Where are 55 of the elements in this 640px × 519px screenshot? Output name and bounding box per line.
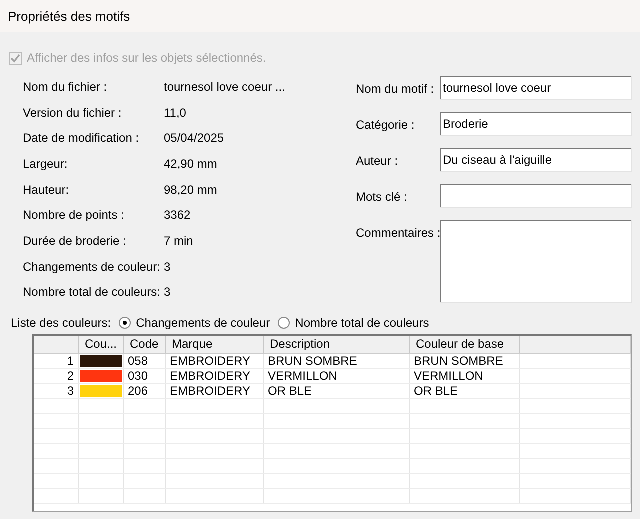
column-header[interactable]: Marque [166,336,264,353]
row-number: 1 [34,354,79,368]
column-header[interactable]: Description [264,336,410,353]
input-field[interactable]: Du ciseau à l'aiguille [440,148,632,172]
table-cell: OR BLE [264,384,410,398]
info-value: 42,90 mm [164,156,218,173]
row-number: 3 [34,384,79,398]
info-label: Nombre total de couleurs: [23,284,162,302]
input-field[interactable] [440,184,632,208]
table-cell: EMBROIDERY [166,384,264,398]
table-cell: VERMILLON [264,369,410,383]
radio-label[interactable]: Nombre total de couleurs [295,314,430,332]
table-cell: EMBROIDERY [166,369,264,383]
field-label: Nom du motif : [356,81,436,98]
input-field[interactable]: tournesol love coeur [440,76,632,100]
info-label: Changements de couleur: [23,258,162,276]
color-list-label: Liste des couleurs: [11,314,112,332]
column-header[interactable]: Cou... [79,336,124,353]
info-label: Nom du fichier : [23,79,108,96]
info-label: Nombre de points : [23,207,126,224]
info-label: Date de modification : [23,130,140,148]
info-label: Version du fichier : [23,104,123,122]
info-value: 3 [164,258,172,276]
info-value: 7 min [164,232,194,250]
table-cell: 058 [124,354,166,368]
field-label: Catégorie : [356,117,416,134]
column-header[interactable]: Code [124,336,166,353]
table-cell: BRUN SOMBRE [410,354,520,368]
info-label: Hauteur: [23,182,70,199]
radio-button[interactable] [278,317,290,329]
table-cell: EMBROIDERY [166,354,264,368]
radio-label[interactable]: Changements de couleur [136,314,270,332]
table-cell: OR BLE [410,384,520,398]
comments-field[interactable] [440,220,632,303]
info-value: tournesol love coeur ... [164,79,286,96]
checkbox-label: Afficher des infos sur les objets sélectionnés. [27,51,266,65]
info-value: 05/04/2025 [164,130,226,148]
field-label: Commentaires : [356,225,440,242]
info-value: 3362 [164,207,192,224]
input-field[interactable]: Broderie [440,112,632,136]
info-value: 11,0 [164,104,188,122]
field-label: Mots clé : [356,189,408,206]
info-label: Durée de broderie : [23,232,128,250]
info-label: Largeur: [23,156,69,173]
info-value: 3 [164,284,172,302]
row-number: 2 [34,369,79,383]
table-cell: BRUN SOMBRE [264,354,410,368]
table-cell: 030 [124,369,166,383]
table-cell: 206 [124,384,166,398]
window-title: Propriétés des motifs [8,8,130,24]
field-label: Auteur : [356,153,400,170]
info-value: 98,20 mm [164,182,218,199]
table-cell: VERMILLON [410,369,520,383]
column-header[interactable]: Couleur de base [410,336,520,353]
radio-button[interactable] [119,317,132,329]
